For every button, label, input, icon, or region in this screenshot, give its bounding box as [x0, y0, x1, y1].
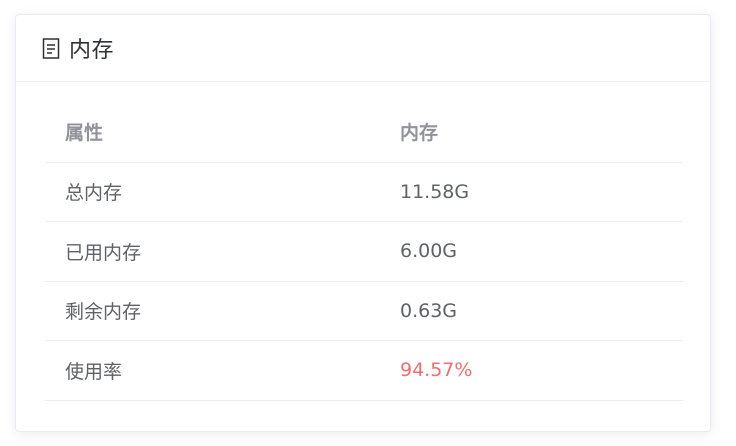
table-row: 总内存 11.58G [45, 162, 683, 222]
card-body: 属性 内存 总内存 11.58G 已用内存 6.00G 剩余内存 0.63G 使… [16, 82, 710, 401]
column-header-property: 属性 [45, 102, 380, 163]
row-label: 已用内存 [45, 221, 380, 282]
document-icon [42, 37, 60, 59]
usage-rate-value: 94.57% [380, 340, 683, 401]
row-value: 6.00G [380, 221, 683, 282]
row-label: 使用率 [45, 340, 380, 401]
column-header-memory: 内存 [380, 102, 683, 163]
card-title: 内存 [69, 38, 115, 63]
row-value: 0.63G [380, 281, 683, 341]
table-row: 已用内存 6.00G [45, 221, 683, 282]
row-label: 剩余内存 [45, 281, 380, 341]
row-value: 11.58G [380, 162, 683, 222]
table-row: 剩余内存 0.63G [45, 281, 683, 341]
row-label: 总内存 [45, 162, 380, 222]
memory-card: 内存 属性 内存 总内存 11.58G 已用内存 6.00G 剩余内存 0.63… [15, 14, 711, 432]
card-header: 内存 [16, 15, 710, 82]
table-row: 使用率 94.57% [45, 340, 683, 401]
table-header-row: 属性 内存 [45, 102, 683, 163]
memory-table: 属性 内存 总内存 11.58G 已用内存 6.00G 剩余内存 0.63G 使… [45, 102, 683, 401]
